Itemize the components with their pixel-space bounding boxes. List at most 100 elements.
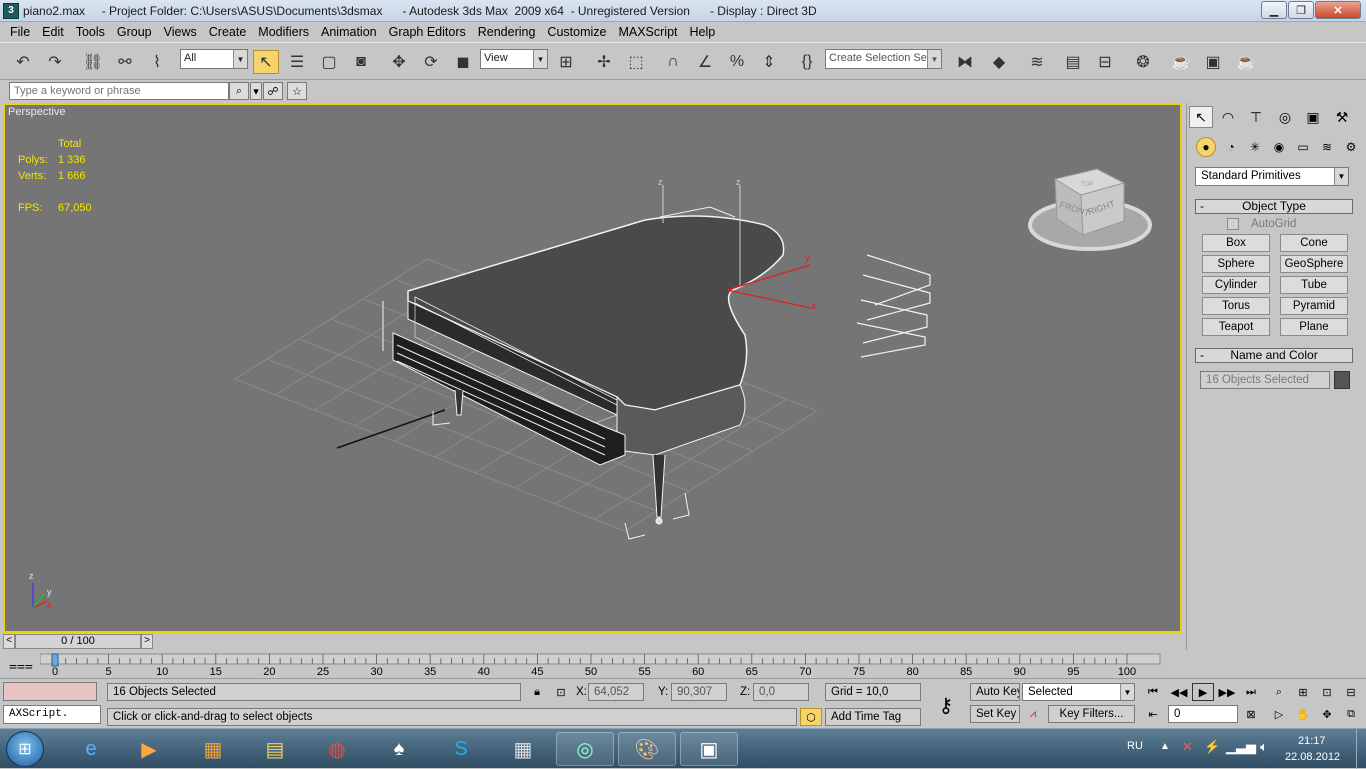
hierarchy-tab-icon[interactable]: ⊤ bbox=[1244, 106, 1268, 128]
schematic-view-icon[interactable]: ⊟ bbox=[1092, 50, 1118, 74]
layer-manager-icon[interactable]: ≋ bbox=[1024, 50, 1050, 74]
angle-snap-icon[interactable]: ∠ bbox=[692, 50, 718, 74]
snap-toggle-icon[interactable]: ∩ bbox=[660, 50, 686, 74]
maxscript-listener-pink[interactable] bbox=[3, 682, 97, 701]
geometry-icon[interactable]: ● bbox=[1196, 137, 1216, 157]
taskbar-3dsmax-icon[interactable]: ◎ bbox=[556, 732, 614, 766]
volume-icon[interactable]: 🔈︎ bbox=[1260, 739, 1268, 755]
y-coordinate-field[interactable]: 90,307 bbox=[671, 683, 727, 701]
menu-customize[interactable]: Customize bbox=[541, 25, 612, 39]
keyboard-shortcut-icon[interactable]: ⬚ bbox=[623, 50, 649, 74]
network-error-icon[interactable]: ✕ bbox=[1182, 739, 1193, 755]
time-config-icon[interactable]: ⊠ bbox=[1240, 705, 1262, 723]
lights-icon[interactable]: ✳ bbox=[1245, 137, 1265, 157]
language-indicator[interactable]: RU bbox=[1127, 740, 1143, 752]
next-key-icon[interactable]: ▶▶ bbox=[1216, 683, 1238, 701]
cylinder-button[interactable]: Cylinder bbox=[1202, 276, 1270, 294]
play-icon[interactable]: ▶ bbox=[1192, 683, 1214, 701]
orbit-icon[interactable]: ✥ bbox=[1316, 705, 1338, 723]
menu-file[interactable]: File bbox=[4, 25, 36, 39]
add-time-tag-button[interactable]: Add Time Tag bbox=[825, 708, 921, 726]
menu-group[interactable]: Group bbox=[111, 25, 158, 39]
clock-time[interactable]: 21:17 bbox=[1298, 735, 1326, 747]
zoom-all-icon[interactable]: ⊞ bbox=[1292, 683, 1314, 701]
x-coordinate-field[interactable]: 64,052 bbox=[588, 683, 644, 701]
close-button[interactable]: ✕ bbox=[1315, 1, 1361, 19]
current-frame-field[interactable]: 0 bbox=[1168, 705, 1238, 723]
prev-key-icon[interactable]: ◀◀ bbox=[1168, 683, 1190, 701]
explorer-folder-icon[interactable]: ▤ bbox=[246, 732, 304, 766]
restore-button[interactable]: ❐ bbox=[1288, 1, 1314, 19]
lock-icon[interactable]: 🔒︎ bbox=[526, 683, 548, 701]
menu-animation[interactable]: Animation bbox=[315, 25, 383, 39]
mirror-icon[interactable]: ⧓ bbox=[952, 50, 978, 74]
display-tab-icon[interactable]: ▣ bbox=[1301, 106, 1325, 128]
edit-named-selection-icon[interactable]: {} bbox=[794, 50, 820, 74]
menu-help[interactable]: Help bbox=[684, 25, 722, 39]
object-type-rollout-header[interactable]: - Object Type bbox=[1195, 199, 1353, 214]
key-mode-toggle-icon[interactable]: ⇤ bbox=[1142, 705, 1164, 723]
select-object-icon[interactable]: ↖ bbox=[253, 50, 279, 74]
create-tab-icon[interactable]: ↖ bbox=[1189, 106, 1213, 128]
time-slider[interactable]: < 0 / 100 > bbox=[3, 633, 1182, 650]
remote-desktop-icon[interactable]: ▣ bbox=[680, 732, 738, 766]
zoom-extents-all-icon[interactable]: ⊟ bbox=[1340, 683, 1362, 701]
set-key-button[interactable]: Set Key bbox=[970, 705, 1020, 723]
menu-graph-editors[interactable]: Graph Editors bbox=[383, 25, 472, 39]
menu-views[interactable]: Views bbox=[158, 25, 203, 39]
redo-icon[interactable]: ↷ bbox=[42, 50, 68, 74]
manipulate-icon[interactable]: ✢ bbox=[591, 50, 617, 74]
maxscript-mini-listener[interactable]: AXScript. bbox=[3, 705, 101, 724]
menu-tools[interactable]: Tools bbox=[70, 25, 111, 39]
absolute-mode-icon[interactable]: ⊡ bbox=[550, 683, 572, 701]
utilities-tab-icon[interactable]: ⚒ bbox=[1330, 106, 1354, 128]
scale-icon[interactable]: ◼ bbox=[450, 50, 476, 74]
pan-view-icon[interactable]: ✋ bbox=[1292, 705, 1314, 723]
autogrid-checkbox[interactable] bbox=[1227, 218, 1239, 230]
tube-button[interactable]: Tube bbox=[1280, 276, 1348, 294]
favorites-star-icon[interactable]: ☆ bbox=[287, 82, 307, 100]
modify-tab-icon[interactable]: ◠ bbox=[1216, 106, 1240, 128]
skype-icon[interactable]: S bbox=[432, 732, 490, 766]
spinner-snap-icon[interactable]: ⇕ bbox=[756, 50, 782, 74]
move-icon[interactable]: ✥ bbox=[386, 50, 412, 74]
start-button-icon[interactable]: ⊞ bbox=[6, 731, 44, 767]
track-bar[interactable]: ⩶ 0 5 10 15 20 25 30 35 40 45 50 55 60 65 70 75 80 85 90 95… bbox=[0, 652, 1186, 678]
clock-date[interactable]: 22.08.2012 bbox=[1285, 751, 1340, 763]
calculator-icon[interactable]: ▦ bbox=[494, 732, 552, 766]
minimize-button[interactable]: ▁ bbox=[1261, 1, 1287, 19]
time-slider-thumb[interactable]: 0 / 100 bbox=[15, 634, 141, 649]
selection-filter-combo[interactable]: All ▼ bbox=[180, 49, 248, 69]
rotate-icon[interactable]: ⟳ bbox=[418, 50, 444, 74]
motion-tab-icon[interactable]: ◎ bbox=[1273, 106, 1297, 128]
shapes-icon[interactable]: ◔ bbox=[1221, 137, 1241, 157]
field-of-view-icon[interactable]: ▷ bbox=[1268, 705, 1290, 723]
solitaire-icon[interactable]: ♠ bbox=[370, 732, 428, 766]
geosphere-button[interactable]: GeoSphere bbox=[1280, 255, 1348, 273]
render-setup-icon[interactable]: ☕ bbox=[1168, 50, 1194, 74]
helpers-icon[interactable]: ▭ bbox=[1293, 137, 1313, 157]
window-crossing-icon[interactable]: ◙ bbox=[348, 50, 374, 74]
show-desktop-button[interactable] bbox=[1356, 729, 1366, 769]
power-icon[interactable]: ⚡ bbox=[1204, 739, 1220, 755]
set-key-icon[interactable]: ⚷ bbox=[930, 691, 962, 719]
prev-frame-button[interactable]: < bbox=[3, 634, 15, 649]
office-icon[interactable]: ▦ bbox=[184, 732, 242, 766]
paint-icon[interactable]: 🎨︎ bbox=[618, 732, 676, 766]
search-icon[interactable]: ⌕ bbox=[229, 82, 249, 100]
auto-key-button[interactable]: Auto Key bbox=[970, 683, 1020, 701]
reference-coord-combo[interactable]: View ▼ bbox=[480, 49, 548, 69]
chrome-icon[interactable]: ◍ bbox=[308, 732, 366, 766]
rect-selection-icon[interactable]: ▢ bbox=[316, 50, 342, 74]
time-tag-icon[interactable]: ⬡ bbox=[800, 708, 822, 726]
torus-button[interactable]: Torus bbox=[1202, 297, 1270, 315]
goto-end-icon[interactable]: ⏭ bbox=[1240, 683, 1262, 701]
internet-explorer-icon[interactable]: e bbox=[62, 732, 120, 766]
cone-button[interactable]: Cone bbox=[1280, 234, 1348, 252]
curve-editor-icon[interactable]: ▤ bbox=[1060, 50, 1086, 74]
box-button[interactable]: Box bbox=[1202, 234, 1270, 252]
perspective-viewport[interactable]: Perspective Total Polys: 1 336 Verts: 1 … bbox=[3, 103, 1182, 633]
menu-edit[interactable]: Edit bbox=[36, 25, 70, 39]
link-icon[interactable]: ⛓ bbox=[80, 50, 106, 74]
unlink-icon[interactable]: ⚯ bbox=[112, 50, 138, 74]
